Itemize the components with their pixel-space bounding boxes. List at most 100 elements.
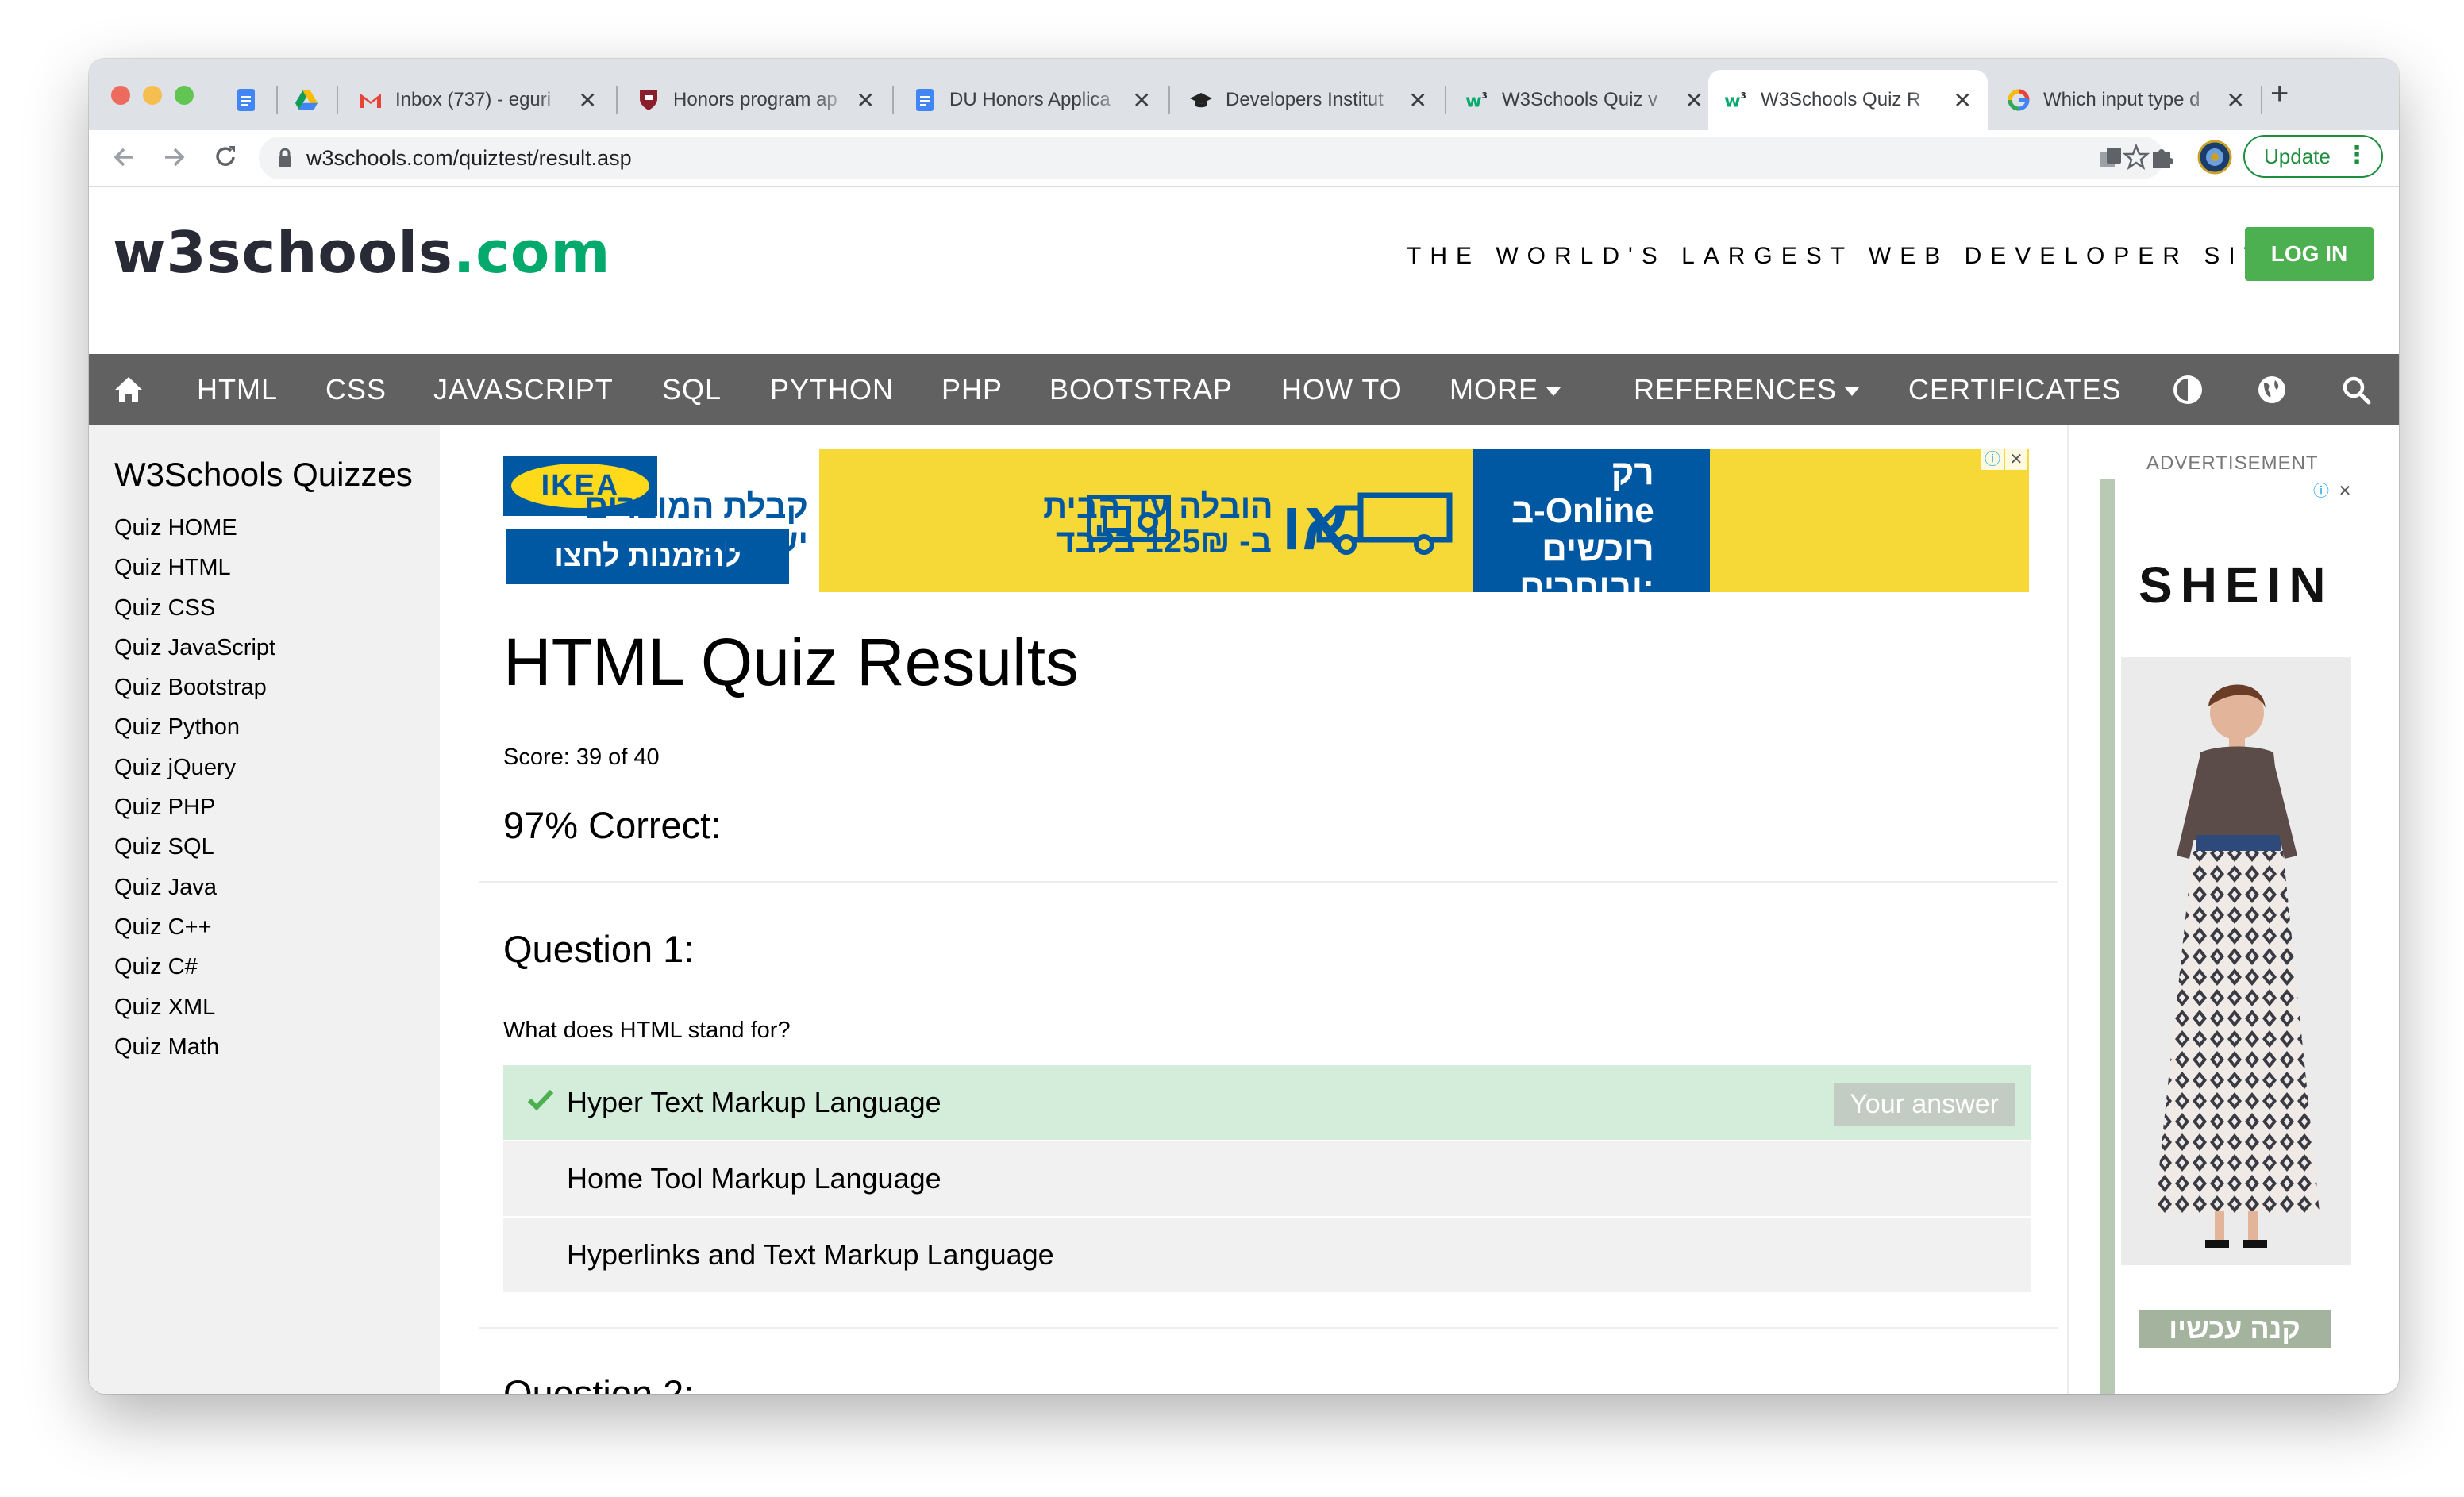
question-2-heading: Question 2: [503,1372,695,1394]
tab-title: W3Schools Quiz v [1502,89,1658,110]
close-tab-icon[interactable]: ✕ [857,87,875,114]
tab-pinned-docs[interactable] [222,70,270,130]
minimize-window-button[interactable] [143,86,162,105]
answer-option: Home Tool Markup Language [503,1141,2031,1216]
w3schools-logo[interactable]: w3schools.com [113,219,610,286]
quiz-sidebar: W3Schools Quizzes Quiz HOME Quiz HTML Qu… [89,425,440,1394]
tab-gmail[interactable]: Inbox (737) - eguri ✕ [343,70,613,130]
ikea-banner-ad[interactable]: IKEA להזמנות לחצו קבלת המוצרים ישירות או … [503,449,2029,592]
w3schools-icon: w3 [1724,88,1748,112]
close-window-button[interactable] [111,86,130,105]
forward-arrow-icon[interactable] [160,140,189,183]
back-arrow-icon[interactable] [110,140,138,183]
sidebar-item-quiz-php[interactable]: Quiz PHP [114,787,275,827]
sidebar-item-quiz-javascript[interactable]: Quiz JavaScript [114,628,275,668]
sidebar-item-quiz-css[interactable]: Quiz CSS [114,588,275,628]
nav-how-to[interactable]: HOW TO [1281,354,1403,425]
nav-certificates[interactable]: CERTIFICATES [1908,354,2122,425]
close-tab-icon[interactable]: ✕ [1133,87,1151,114]
nav-python[interactable]: PYTHON [770,354,894,425]
login-button[interactable]: LOG IN [2245,227,2374,281]
sidebar-item-quiz-python[interactable]: Quiz Python [114,707,275,747]
sidebar-item-quiz-xml[interactable]: Quiz XML [114,987,275,1027]
reload-icon[interactable] [211,140,240,183]
adchoices-icon[interactable]: ⓘ [1981,449,2004,470]
sidebar-item-quiz-bootstrap[interactable]: Quiz Bootstrap [114,668,275,707]
nav-php[interactable]: PHP [941,354,1003,425]
nav-sql[interactable]: SQL [662,354,722,425]
nav-references[interactable]: REFERENCES [1634,354,1860,425]
close-tab-icon[interactable]: ✕ [1409,87,1427,114]
answer-text: Hyper Text Markup Language [567,1086,941,1118]
tab-developers-institute[interactable]: Developers Institut ✕ [1173,70,1443,130]
ad-text-delivery: הובלה עד הבית ב- 125₪ בלבד [1043,489,1273,559]
shein-logo: SHEIN [2139,556,2334,614]
caret-down-icon [1546,387,1561,396]
tab-du-honors[interactable]: DU Honors Applica ✕ [897,70,1167,130]
gmail-icon [359,88,383,112]
globe-icon[interactable] [2256,374,2288,410]
ad-online-block[interactable]: רק ב-Online רוכשים ובוחרים: [1473,449,1710,592]
close-ad-icon[interactable]: ✕ [2005,449,2027,470]
top-navigation: HTML CSS JAVASCRIPT SQL PYTHON PHP BOOTS… [89,354,2399,425]
tab-w3schools-quiz-v[interactable]: w3 W3Schools Quiz v ✕ [1450,70,1719,130]
tab-w3schools-quiz-results[interactable]: w3 W3Schools Quiz R ✕ [1708,70,1988,130]
svg-text:3: 3 [1482,91,1488,101]
close-ad-icon[interactable]: ✕ [2334,481,2356,502]
nav-more[interactable]: MORE [1450,354,1561,425]
svg-text:3: 3 [1741,91,1746,101]
update-browser-button[interactable]: Update ⋮ [2243,135,2383,178]
extensions-puzzle-icon[interactable] [2148,144,2175,175]
sidebar-item-quiz-math[interactable]: Quiz Math [114,1027,275,1067]
advertisement-label: ADVERTISEMENT [2146,452,2319,474]
sidebar-item-quiz-sql[interactable]: Quiz SQL [114,827,275,867]
lock-icon[interactable] [276,148,294,172]
new-tab-button[interactable]: + [2270,78,2289,110]
ad-line: ישירות [707,522,808,560]
contrast-toggle-icon[interactable] [2172,374,2204,410]
google-icon [2007,88,2031,112]
question-1-text: What does HTML stand for? [503,1018,791,1043]
sidebar-item-quiz-html[interactable]: Quiz HTML [114,548,275,587]
tab-honors-program[interactable]: Honors program ap ✕ [621,70,891,130]
percent-correct: 97% Correct: [503,804,722,846]
tab-title: Which input type d [2043,89,2200,110]
tab-google-search[interactable]: Which input type d ✕ [1991,70,2261,130]
search-icon[interactable] [2340,374,2372,410]
bookmark-star-icon[interactable] [2122,141,2150,180]
ad-line: קבלת המוצרים [584,487,808,525]
url-text[interactable]: w3schools.com/quiztest/result.asp [306,146,632,171]
profile-avatar-icon[interactable] [2197,140,2232,179]
dress-model-image [2121,657,2351,1265]
close-tab-icon[interactable]: ✕ [579,87,597,114]
shop-now-button[interactable]: קנה עכשיו [2139,1310,2331,1348]
ad-line: רוכשים [1542,529,1654,568]
close-tab-icon[interactable]: ✕ [2227,87,2245,114]
sidebar-item-quiz-cpp[interactable]: Quiz C++ [114,907,275,947]
web-page: w3schools.com THE WORLD'S LARGEST WEB DE… [89,187,2399,1394]
shein-ad[interactable]: ⓘ ✕ SHEIN קנה עכשיו [2100,479,2362,1394]
sidebar-item-quiz-java[interactable]: Quiz Java [114,868,275,907]
adchoices-icon[interactable]: ⓘ [2310,481,2332,502]
ad-line: רק [1611,453,1654,492]
tab-pinned-drive[interactable] [283,70,330,130]
browser-menu-icon[interactable]: ⋮ [2345,141,2369,169]
close-tab-icon[interactable]: ✕ [1954,87,1972,114]
nav-bootstrap[interactable]: BOOTSTRAP [1049,354,1233,425]
extension-copy-icon[interactable] [2097,144,2124,175]
site-tagline: THE WORLD'S LARGEST WEB DEVELOPER SITE [1407,243,2292,269]
sidebar-item-quiz-jquery[interactable]: Quiz jQuery [114,748,275,787]
sidebar-item-quiz-csharp[interactable]: Quiz C# [114,947,275,987]
maximize-window-button[interactable] [175,86,194,105]
nav-javascript[interactable]: JAVASCRIPT [433,354,614,425]
nav-css[interactable]: CSS [325,354,387,425]
browser-window: Inbox (737) - eguri ✕ Honors program ap … [89,59,2399,1394]
sidebar-item-quiz-home[interactable]: Quiz HOME [114,508,275,548]
answer-option: Hyperlinks and Text Markup Language [503,1218,2031,1292]
home-icon[interactable] [113,374,144,410]
address-bar[interactable]: w3schools.com/quiztest/result.asp [259,137,2164,179]
divider [479,1327,2058,1329]
close-tab-icon[interactable]: ✕ [1685,87,1704,114]
nav-html[interactable]: HTML [197,354,278,425]
nav-more-label: MORE [1450,373,1538,406]
